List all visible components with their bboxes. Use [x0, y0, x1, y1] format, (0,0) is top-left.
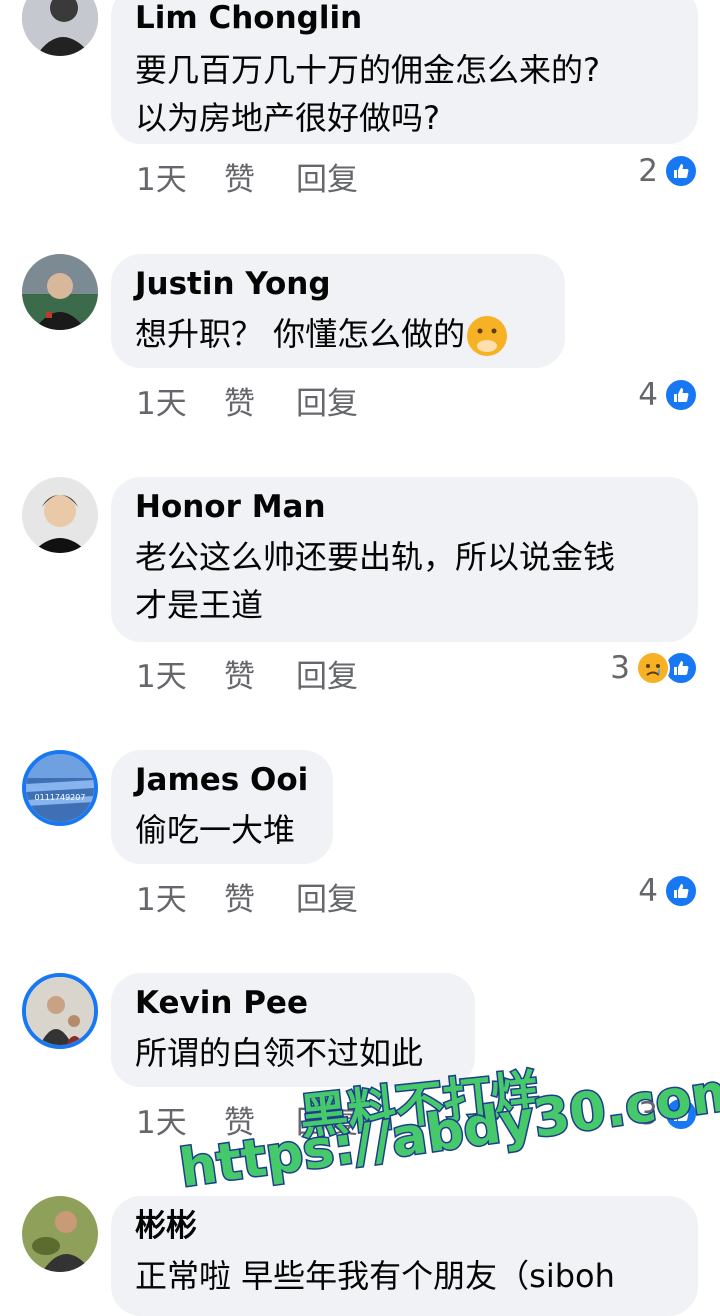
reaction-summary[interactable]: 3 — [610, 650, 698, 686]
comment-text: 正常啦 早些年我有个朋友（siboh — [135, 1257, 615, 1295]
commenter-name[interactable]: Kevin Pee — [135, 983, 451, 1023]
timestamp[interactable]: 1天 — [136, 657, 187, 697]
comment-text: 要几百万几十万的佣金怎么来的? — [135, 51, 600, 89]
commenter-name[interactable]: Lim Chonglin — [135, 0, 674, 38]
hand-over-mouth-emoji-icon — [467, 316, 508, 356]
like-button[interactable]: 赞 — [224, 160, 255, 200]
comment-bubble: Lim Chonglin 要几百万几十万的佣金怎么来的? 以为房地产很好做吗? — [111, 0, 698, 144]
comment-bubble: 彬彬 正常啦 早些年我有个朋友（siboh — [111, 1196, 698, 1316]
comment-bubble: Justin Yong 想升职？ 你懂怎么做的 — [111, 254, 565, 368]
reply-button[interactable]: 回复 — [296, 657, 358, 697]
avatar[interactable] — [22, 1196, 98, 1272]
like-button[interactable]: 赞 — [224, 384, 255, 424]
reaction-count: 3 — [610, 650, 630, 686]
thumbs-up-icon — [664, 874, 698, 908]
avatar[interactable] — [22, 0, 98, 56]
reaction-count: 2 — [638, 153, 658, 189]
comment-text: 以为房地产很好做吗? — [135, 99, 440, 137]
reply-button[interactable]: 回复 — [296, 384, 358, 424]
reply-button[interactable]: 回复 — [296, 160, 358, 200]
comment-text: 想升职？ 你懂怎么做的 — [135, 310, 541, 358]
commenter-name[interactable]: 彬彬 — [135, 1206, 674, 1246]
reaction-summary[interactable]: 4 — [638, 377, 698, 413]
avatar[interactable]: 0111749207 — [22, 750, 98, 826]
avatar[interactable] — [22, 254, 98, 330]
comment-text: 偷吃一大堆 — [135, 811, 296, 849]
thumbs-up-icon — [664, 378, 698, 412]
timestamp[interactable]: 1天 — [136, 384, 187, 424]
like-button[interactable]: 赞 — [224, 880, 255, 920]
commenter-name[interactable]: Honor Man — [135, 487, 674, 527]
like-button[interactable]: 赞 — [224, 657, 255, 697]
commenter-name[interactable]: Justin Yong — [135, 264, 541, 304]
reaction-summary[interactable]: 2 — [638, 153, 698, 189]
avatar-caption: 0111749207 — [35, 793, 86, 802]
comment-bubble: Honor Man 老公这么帅还要出轨，所以说金钱 才是王道 — [111, 477, 698, 642]
avatar[interactable] — [22, 973, 98, 1049]
timestamp[interactable]: 1天 — [136, 1103, 187, 1143]
thumbs-up-icon — [664, 154, 698, 188]
avatar[interactable] — [22, 477, 98, 553]
comment-text-body: 想升职？ 你懂怎么做的 — [135, 315, 466, 353]
comment-text: 才是王道 — [135, 586, 264, 624]
comment-text: 老公这么帅还要出轨，所以说金钱 — [135, 538, 616, 576]
reply-button[interactable]: 回复 — [296, 880, 358, 920]
reaction-count: 4 — [638, 873, 658, 909]
sad-face-icon — [636, 651, 670, 685]
reaction-summary[interactable]: 4 — [638, 873, 698, 909]
reaction-count: 4 — [638, 377, 658, 413]
timestamp[interactable]: 1天 — [136, 160, 187, 200]
comment-bubble: James Ooi 偷吃一大堆 — [111, 750, 333, 864]
commenter-name[interactable]: James Ooi — [135, 760, 309, 800]
timestamp[interactable]: 1天 — [136, 880, 187, 920]
